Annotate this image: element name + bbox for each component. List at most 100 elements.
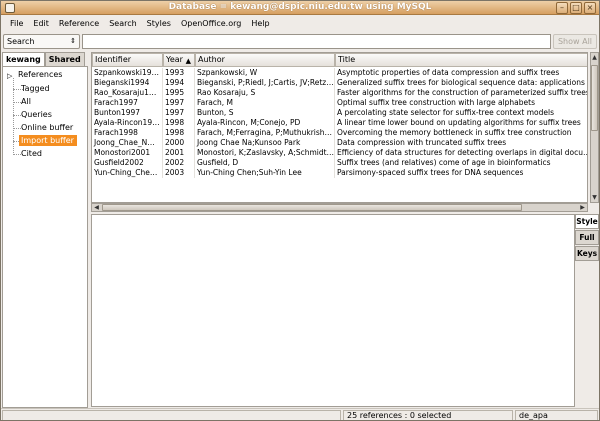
- cell-year: 1997: [163, 98, 195, 108]
- tab-full[interactable]: Full: [575, 230, 599, 245]
- scroll-down-icon[interactable]: ▼: [591, 194, 598, 201]
- window-title: Database = kewang@dspic.niu.edu.tw using…: [168, 2, 432, 12]
- cell-title: A percolating state selector for suffix-…: [335, 108, 587, 118]
- reference-preview-pane[interactable]: [91, 214, 575, 407]
- database-tabs: kewang Shared: [2, 52, 85, 67]
- column-header-title[interactable]: Title: [335, 53, 587, 67]
- table-row[interactable]: Bunton1997 1997 Bunton, SA percolating sta…: [92, 108, 587, 118]
- menu-edit[interactable]: Edit: [28, 19, 54, 28]
- menu-help[interactable]: Help: [246, 19, 274, 28]
- table-row[interactable]: Ayala-Rincon19… 1998 Ayala-Rincon, M;Conej…: [92, 118, 587, 128]
- cell-identifier: Joong_Chae_N…: [92, 138, 163, 148]
- cell-author: Bieganski, P;Riedl, J;Cartis, JV;Retz…: [197, 78, 335, 88]
- cell-author: Joong Chae Na;Kunsoo Park: [195, 138, 335, 148]
- cell-year: 1998: [163, 118, 195, 128]
- column-header-identifier[interactable]: Identifier: [92, 53, 163, 67]
- cell-title: Faster algorithms for the construction o…: [337, 88, 588, 97]
- table-row[interactable]: Farach1998 1998 Farach, M;Ferragina, P;Mut…: [92, 128, 587, 138]
- cell-author: Ayala-Rincon, M;Conejo, PD: [195, 118, 335, 128]
- cell-identifier: Farach1998: [92, 128, 163, 138]
- cell-title: Overcoming the memory bottleneck in suff…: [335, 128, 587, 138]
- table-row[interactable]: Szpankowski19… 1993 Szpankowski, W Asymptot…: [92, 68, 587, 78]
- close-icon[interactable]: ×: [584, 2, 596, 14]
- search-input[interactable]: [82, 34, 551, 49]
- scrollbar-thumb[interactable]: [102, 204, 522, 211]
- tree-node-import-buffer[interactable]: Import buffer: [19, 135, 77, 146]
- cell-title: Asymptotic properties of data compressio…: [335, 68, 587, 78]
- table-horizontal-scrollbar[interactable]: ◀ ▶: [91, 203, 588, 212]
- table-row[interactable]: Monostori2001 2001 Monostori, K;Zaslavsky,…: [92, 148, 588, 158]
- menu-search[interactable]: Search: [104, 19, 141, 28]
- cell-title: Generalized suffix trees for biological …: [337, 78, 588, 87]
- cell-title: Data compression with truncated suffix t…: [335, 138, 587, 148]
- cell-identifier: Rao_Kosaraju1…: [92, 88, 163, 98]
- cell-identifier: Szpankowski19…: [92, 68, 163, 78]
- search-mode-value: Search: [7, 37, 35, 46]
- tab-style[interactable]: Style: [575, 214, 599, 229]
- cell-title: Optimal suffix tree construction with la…: [335, 98, 587, 108]
- scroll-left-icon[interactable]: ◀: [92, 204, 101, 211]
- table-row[interactable]: Farach1997 1997 Farach, M Optimal suffix tr…: [92, 98, 587, 108]
- tree-node-online-buffer[interactable]: Online buffer: [19, 122, 76, 133]
- tree-node-tagged[interactable]: Tagged: [19, 83, 53, 94]
- reference-table: Identifier Year ▲ Author Title Szpankowsk…: [91, 52, 588, 203]
- table-row[interactable]: Rao_Kosaraju1… 1995 Rao Kosaraju, S Faster …: [92, 88, 588, 98]
- scrollbar-thumb[interactable]: [591, 65, 598, 131]
- table-row[interactable]: Joong_Chae_N… 2000 Joong Chae Na;Kunsoo Pa…: [92, 138, 587, 148]
- cell-identifier: Gusfield2002: [92, 158, 163, 168]
- show-all-button[interactable]: Show All: [553, 34, 597, 49]
- cell-author: Szpankowski, W: [195, 68, 335, 78]
- cell-year: 1998: [163, 128, 195, 138]
- cell-title: Suffix trees (and relatives) come of age…: [335, 158, 587, 168]
- tree-node-cited[interactable]: Cited: [19, 148, 45, 159]
- sort-ascending-icon: ▲: [185, 57, 191, 65]
- cell-author: Monostori, K;Zaslavsky, A;Schmidt…: [197, 148, 335, 158]
- table-row[interactable]: Yun-Ching_Che… 2003 Yun-Ching Chen;Suh-Yin…: [92, 168, 587, 178]
- menu-openoffice[interactable]: OpenOffice.org: [176, 19, 246, 28]
- cell-identifier: Bunton1997: [92, 108, 163, 118]
- updown-arrow-icon: ⇕: [70, 37, 76, 45]
- cell-year: 2003: [163, 168, 195, 178]
- table-vertical-scrollbar[interactable]: ▲ ▼: [590, 52, 599, 203]
- cell-author: Farach, M;Ferragina, P;Muthukrish…: [195, 128, 335, 138]
- cell-identifier: Farach1997: [92, 98, 163, 108]
- menu-bar: File Edit Reference Search Styles OpenOf…: [1, 15, 599, 31]
- cell-year: 2002: [163, 158, 195, 168]
- cell-year: 2000: [163, 138, 195, 148]
- search-mode-select[interactable]: Search ⇕: [3, 34, 80, 49]
- scroll-up-icon[interactable]: ▲: [591, 54, 598, 61]
- scroll-right-icon[interactable]: ▶: [578, 204, 587, 211]
- status-style: de_apa: [515, 410, 598, 420]
- tree-node-all[interactable]: All: [19, 96, 34, 107]
- cell-title: A linear time lower bound on updating al…: [335, 118, 587, 128]
- table-header: Identifier Year ▲ Author Title: [92, 53, 587, 67]
- cell-year: 1997: [163, 108, 195, 118]
- tab-kewang[interactable]: kewang: [2, 52, 45, 67]
- column-header-year[interactable]: Year ▲: [163, 53, 195, 67]
- search-toolbar: Search ⇕ Show All: [1, 32, 599, 51]
- cell-identifier: Bieganski1994: [92, 78, 163, 88]
- menu-file[interactable]: File: [5, 19, 28, 28]
- tree-node-queries[interactable]: Queries: [19, 109, 55, 120]
- menu-reference[interactable]: Reference: [54, 19, 104, 28]
- menu-styles[interactable]: Styles: [142, 19, 176, 28]
- expander-triangle-icon[interactable]: ▷: [7, 72, 12, 80]
- tab-shared[interactable]: Shared: [44, 52, 85, 67]
- table-row[interactable]: Bieganski1994 1994 Bieganski, P;Riedl, J;C…: [92, 78, 588, 88]
- status-message: [2, 410, 341, 420]
- title-bar: Database = kewang@dspic.niu.edu.tw using…: [1, 1, 599, 15]
- column-header-year-label: Year: [166, 55, 183, 64]
- cell-year: 1993: [163, 68, 195, 78]
- column-header-author[interactable]: Author: [195, 53, 335, 67]
- cell-year: 2001: [163, 148, 195, 158]
- cell-title: Efficiency of data structures for detect…: [337, 148, 588, 157]
- cell-identifier: Monostori2001: [92, 148, 163, 158]
- table-row[interactable]: Gusfield2002 2002 Gusfield, D Suffix trees …: [92, 158, 587, 168]
- cell-author: Bunton, S: [195, 108, 335, 118]
- tree-node-references[interactable]: References: [16, 69, 65, 80]
- maximize-icon[interactable]: □: [570, 2, 582, 14]
- tab-keys[interactable]: Keys: [575, 246, 599, 261]
- application-window: Database = kewang@dspic.niu.edu.tw using…: [0, 0, 600, 421]
- cell-identifier: Yun-Ching_Che…: [92, 168, 163, 178]
- minimize-icon[interactable]: –: [556, 2, 568, 14]
